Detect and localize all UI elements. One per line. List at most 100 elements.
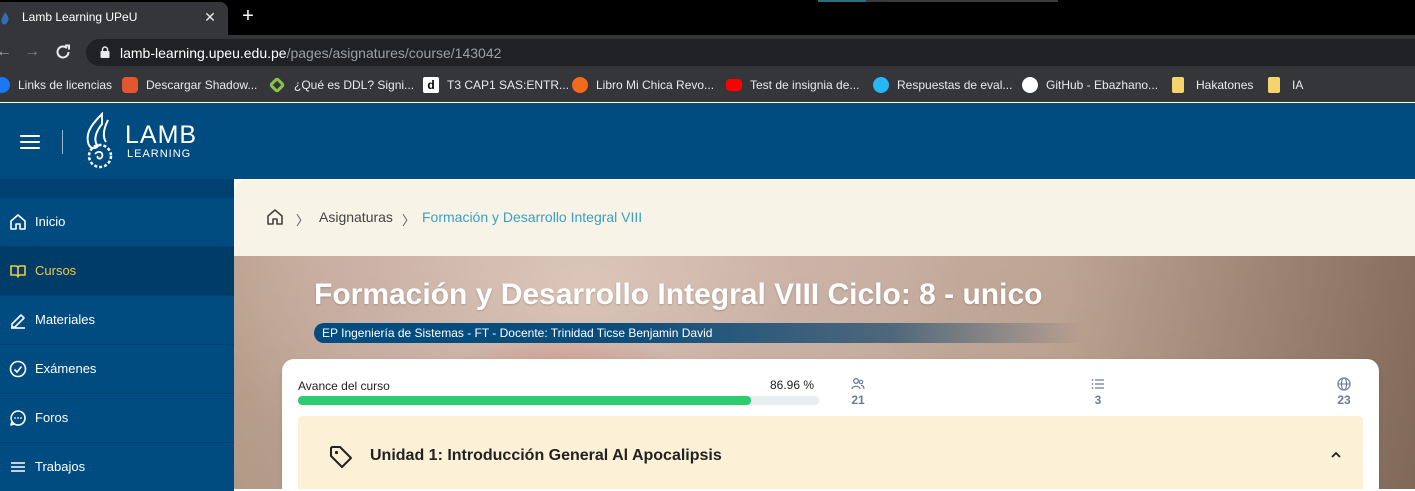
bookmark-label: Links de licencias — [18, 78, 113, 92]
folder-icon — [1172, 77, 1184, 93]
bookmark-label: Descargar Shadow... — [146, 78, 258, 92]
sidebar-item-label: Materiales — [35, 312, 95, 327]
sidebar-item-trabajos[interactable]: Trabajos — [0, 443, 234, 491]
lamb-logo-icon — [86, 112, 113, 169]
check-circle-icon — [9, 360, 27, 378]
sidebar: Inicio Cursos Materiales Exámenes Foros … — [0, 179, 234, 491]
chevron-up-icon[interactable] — [1329, 448, 1343, 462]
lamb-favicon-icon — [1, 12, 9, 25]
ri-icon — [873, 77, 889, 93]
stat-value: 23 — [1337, 393, 1351, 407]
sidebar-item-examenes[interactable]: Exámenes — [0, 345, 234, 393]
sidebar-item-label: Exámenes — [35, 361, 97, 376]
bookmark-item[interactable]: GitHub - Ebazhano... — [1022, 76, 1158, 94]
course-subtitle: EP Ingeniería de Sistemas - FT - Docente… — [314, 323, 1084, 343]
list-icon — [1091, 379, 1104, 389]
bookmark-item[interactable]: Libro Mi Chica Revo... — [572, 76, 714, 94]
breadcrumb-separator: 〉 — [402, 213, 416, 228]
back-arrow-icon[interactable]: ← — [0, 42, 14, 62]
bookmark-label: T3 CAP1 SAS:ENTR... — [447, 78, 570, 92]
bookmark-item[interactable]: Descargar Shadow... — [122, 76, 257, 94]
sidebar-item-foros[interactable]: Foros — [0, 394, 234, 442]
home-icon — [10, 214, 26, 230]
globe-icon — [1337, 377, 1351, 391]
header-divider — [62, 130, 63, 154]
course-summary-card: Avance del curso 86.96 % 21 3 23 Unidad … — [282, 359, 1379, 489]
bookmark-label: ¿Qué es DDL? Signi... — [294, 78, 415, 92]
url-text: lamb-learning.upeu.edu.pe/pages/asignatu… — [120, 45, 501, 61]
sidebar-item-cursos[interactable]: Cursos — [0, 247, 234, 295]
bookmark-label: GitHub - Ebazhano... — [1046, 78, 1159, 92]
tab-title: Lamb Learning UPeU — [22, 10, 138, 24]
home-icon[interactable] — [266, 208, 284, 226]
users-icon — [851, 378, 865, 390]
breadcrumb-separator: 〉 — [296, 213, 310, 228]
progress-fill — [298, 396, 752, 405]
browser-toolbar: ← → lamb-learning.upeu.edu.pe/pages/asig… — [0, 35, 1415, 69]
diamond-icon — [268, 76, 286, 94]
course-title: Formación y Desarrollo Integral VIII Cic… — [314, 278, 1043, 311]
bookmark-label: Respuestas de eval... — [897, 78, 1013, 92]
gamepad-icon — [122, 77, 138, 93]
sidebar-item-materiales[interactable]: Materiales — [0, 296, 234, 344]
bookmark-item[interactable]: Links de licencias — [0, 76, 112, 94]
facebook-icon — [0, 77, 10, 93]
progress-label: Avance del curso — [298, 379, 390, 393]
browser-tab[interactable]: Lamb Learning UPeU ✕ — [0, 2, 228, 35]
tag-icon — [330, 446, 352, 468]
d-letter-icon: d — [423, 77, 439, 93]
forward-arrow-icon[interactable]: → — [22, 42, 42, 62]
stat-value: 21 — [851, 393, 865, 407]
main-content: 〉 Asignaturas 〉 Formación y Desarrollo I… — [234, 179, 1415, 489]
bookmark-label: Test de insignia de... — [750, 78, 860, 92]
bookmark-item[interactable]: Hakatones — [1172, 76, 1253, 94]
hamburger-menu-icon[interactable] — [20, 135, 40, 149]
sidebar-item-label: Inicio — [35, 214, 66, 229]
sidebar-item-label: Trabajos — [35, 459, 86, 474]
breadcrumb-asignaturas[interactable]: Asignaturas — [319, 209, 393, 225]
progress-value: 86.96 % — [770, 378, 815, 392]
chat-icon — [10, 410, 26, 426]
bookmark-item[interactable]: Test de insignia de... — [726, 76, 859, 94]
address-bar[interactable]: lamb-learning.upeu.edu.pe/pages/asignatu… — [86, 39, 1415, 66]
book-icon — [572, 77, 588, 93]
tab-close-icon[interactable]: ✕ — [202, 8, 218, 26]
reload-icon[interactable] — [54, 43, 72, 61]
stat-units: 3 — [1088, 377, 1108, 407]
sidebar-item-inicio[interactable]: Inicio — [0, 198, 234, 246]
bookmark-item[interactable]: Respuestas de eval... — [873, 76, 1012, 94]
app-header: LAMB LEARNING — [0, 103, 1415, 179]
logo-title: LAMB — [125, 121, 198, 149]
course-banner: Formación y Desarrollo Integral VIII Cic… — [234, 256, 1415, 489]
url-domain: lamb-learning.upeu.edu.pe — [120, 45, 287, 61]
sidebar-item-label: Cursos — [35, 263, 77, 278]
browser-tabstrip: Lamb Learning UPeU ✕ + — [0, 0, 1415, 35]
bookmark-item[interactable]: d T3 CAP1 SAS:ENTR... — [423, 76, 569, 94]
github-icon — [1022, 77, 1038, 93]
logo-subtitle: LEARNING — [127, 148, 192, 160]
lock-icon — [100, 46, 110, 58]
youtube-icon — [726, 79, 742, 91]
url-path: /pages/asignatures/course/143042 — [286, 45, 502, 61]
bookmark-label: IA — [1292, 78, 1304, 92]
bookmark-item[interactable]: ¿Qué es DDL? Signi... — [268, 76, 415, 94]
bookmark-label: Libro Mi Chica Revo... — [596, 78, 715, 92]
breadcrumb-current: Formación y Desarrollo Integral VIII — [422, 209, 643, 225]
unit-accordion[interactable]: Unidad 1: Introducción General Al Apocal… — [298, 416, 1363, 489]
stat-participants: 21 — [848, 377, 868, 407]
stat-value: 3 — [1094, 393, 1102, 407]
progress-bar — [298, 396, 819, 405]
bookmark-item[interactable]: IA — [1268, 76, 1303, 94]
list-icon — [11, 462, 25, 472]
pencil-icon — [11, 314, 25, 329]
unit-title: Unidad 1: Introducción General Al Apocal… — [370, 447, 722, 464]
folder-icon — [1268, 77, 1280, 93]
window-indicator — [818, 0, 866, 2]
book-open-icon — [10, 265, 26, 278]
sidebar-item-label: Foros — [35, 410, 69, 425]
stat-resources: 23 — [1334, 377, 1354, 407]
bookmarks-bar: Links de licencias Descargar Shadow... ¿… — [0, 69, 1415, 102]
new-tab-button[interactable]: + — [238, 5, 258, 27]
bookmark-label: Hakatones — [1196, 78, 1254, 92]
window-indicator-track — [866, 0, 1058, 2]
